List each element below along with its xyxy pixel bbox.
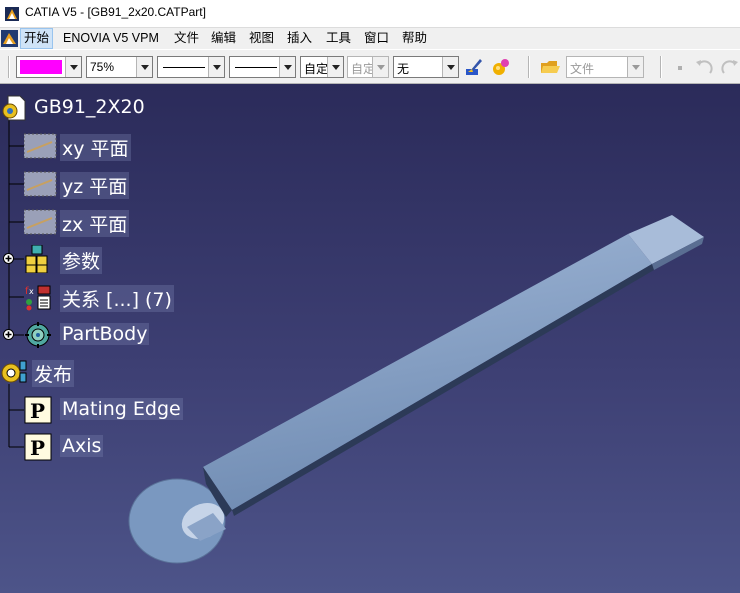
- point-icon: [678, 66, 682, 70]
- plane-icon: [24, 209, 57, 235]
- transparency-dropdown-arrow[interactable]: [136, 57, 152, 77]
- toolbar-grip[interactable]: [8, 56, 10, 78]
- plane-icon: [24, 171, 57, 197]
- color-swatch: [20, 60, 62, 74]
- published-element-icon: P: [24, 433, 52, 461]
- svg-text:P: P: [30, 436, 45, 460]
- file-combo-value: 文件: [570, 62, 595, 76]
- catia-logo-icon: [5, 7, 19, 21]
- expand-plus-icon[interactable]: [3, 253, 14, 264]
- tree-item-label: 参数: [60, 247, 103, 274]
- partbody-gear-icon: [25, 322, 51, 348]
- 3d-viewport[interactable]: GB91_2X20 xy 平面 yz 平面 zx 平面 参数 f x 关系 [.…: [0, 84, 740, 593]
- layer-auto-dropdown-arrow[interactable]: [327, 57, 343, 77]
- redo-icon: [721, 60, 738, 74]
- menu-enovia[interactable]: ENOVIA V5 VPM: [60, 28, 162, 49]
- menu-tools[interactable]: 工具: [323, 28, 354, 49]
- toolbar-separator: [528, 56, 530, 78]
- color-dropdown-arrow[interactable]: [65, 57, 81, 77]
- menu-insert[interactable]: 插入: [284, 28, 315, 49]
- thickness-dropdown-arrow[interactable]: [279, 57, 295, 77]
- menu-help[interactable]: 帮助: [399, 28, 430, 49]
- menu-window[interactable]: 窗口: [361, 28, 392, 49]
- transparency-value: 75%: [90, 60, 115, 74]
- thickness-sample: [235, 67, 277, 68]
- parameters-icon: [25, 245, 48, 273]
- menu-view[interactable]: 视图: [246, 28, 277, 49]
- tree-root-label: GB91_2X20: [34, 96, 145, 118]
- tree-item-label: Axis: [60, 435, 104, 457]
- graphic-properties-icon[interactable]: [490, 56, 512, 78]
- window-title: CATIA V5 - [GB91_2x20.CATPart]: [25, 5, 206, 19]
- tree-item-label: xy 平面: [60, 134, 131, 161]
- tree-item-label: PartBody: [60, 323, 150, 345]
- undo-icon: [696, 60, 713, 74]
- properties-toolbar: 75% 自定 自定 无 文件: [0, 49, 740, 84]
- layer-auto-value: 自定: [304, 62, 329, 76]
- catia-menu-icon[interactable]: [1, 30, 18, 47]
- linetype-dropdown-arrow[interactable]: [208, 57, 224, 77]
- menu-edit[interactable]: 编辑: [208, 28, 239, 49]
- publication-icon: [1, 360, 27, 383]
- plane-icon: [24, 133, 57, 159]
- tree-item-label: 发布: [32, 360, 75, 387]
- title-bar: CATIA V5 - [GB91_2x20.CATPart]: [0, 0, 740, 28]
- layer-auto-disabled-combo: 自定: [347, 56, 389, 78]
- layer-auto-disabled-arrow: [372, 57, 388, 77]
- menu-start[interactable]: 开始: [20, 28, 54, 49]
- tree-item-label: Mating Edge: [60, 398, 183, 420]
- svg-text:P: P: [30, 399, 45, 423]
- toolbar-separator-2: [660, 56, 662, 78]
- file-combo: 文件: [566, 56, 644, 78]
- menu-bar: 开始 ENOVIA V5 VPM 文件 编辑 视图 插入 工具 窗口 帮助: [0, 28, 740, 49]
- relations-icon: f x: [25, 285, 51, 311]
- part-document-icon: [2, 95, 26, 121]
- published-element-icon: P: [24, 396, 52, 424]
- linetype-combo[interactable]: [157, 56, 225, 78]
- layer-value: 无: [397, 62, 410, 76]
- shaft-edge: [232, 264, 654, 516]
- thickness-combo[interactable]: [229, 56, 296, 78]
- linetype-sample: [163, 67, 205, 68]
- open-folder-icon[interactable]: [539, 56, 561, 78]
- svg-text:x: x: [29, 287, 34, 296]
- color-combo[interactable]: [16, 56, 82, 78]
- shaft-surface: [203, 234, 652, 510]
- expand-plus-icon[interactable]: [3, 329, 14, 340]
- transparency-combo[interactable]: 75%: [86, 56, 153, 78]
- menu-file[interactable]: 文件: [171, 28, 202, 49]
- tree-item-label: 关系 [...] (7): [60, 285, 174, 312]
- file-dropdown-arrow: [627, 57, 643, 77]
- layer-combo[interactable]: 无: [393, 56, 459, 78]
- layer-auto-combo[interactable]: 自定: [300, 56, 344, 78]
- layer-dropdown-arrow[interactable]: [442, 57, 458, 77]
- tree-item-label: zx 平面: [60, 210, 130, 237]
- painter-brush-icon[interactable]: [463, 56, 485, 78]
- tree-item-label: yz 平面: [60, 172, 130, 199]
